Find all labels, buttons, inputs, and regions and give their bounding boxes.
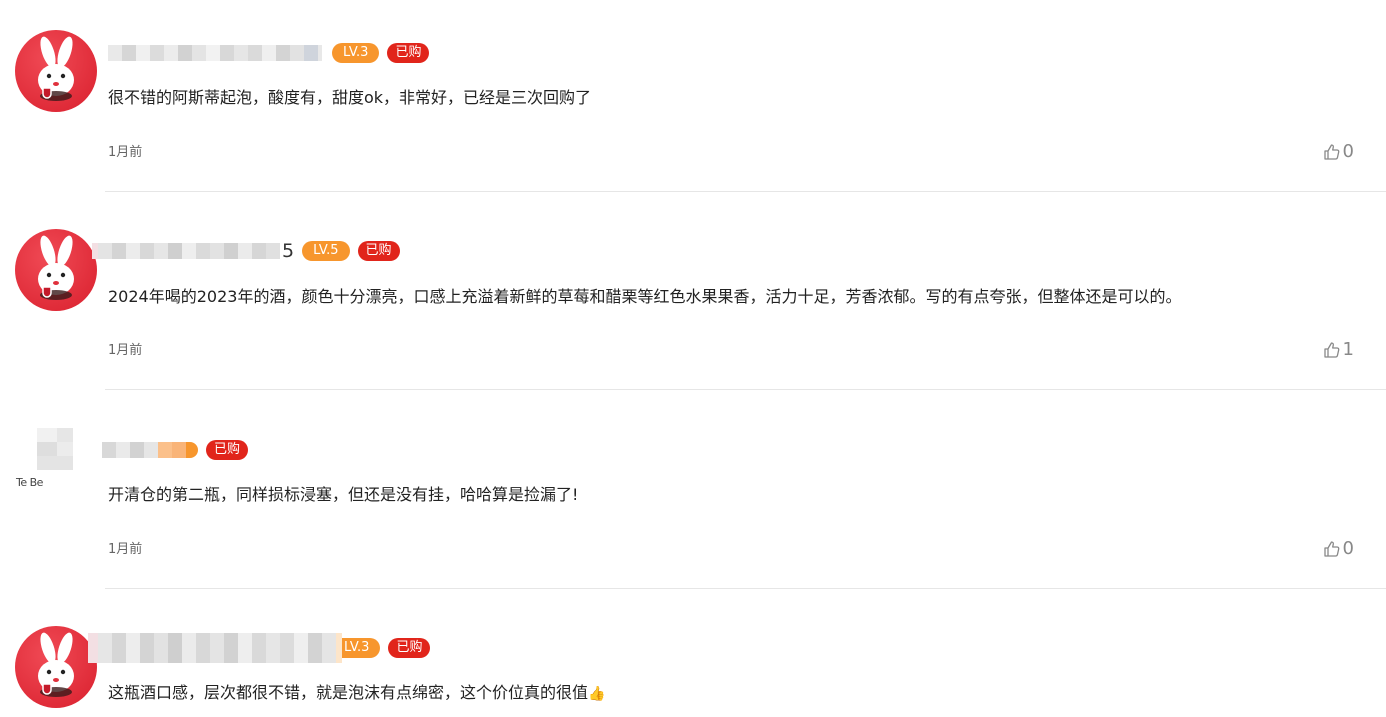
thumbs-up-emoji-icon: 👍 [588,686,606,702]
user-name-row: LV.3 已购 [88,633,431,663]
comment-item: LV.3 已购 这瓶酒口感，层次都很不错，就是泡沫有点绵密，这个价位真的很值👍 [0,0,1386,717]
bunny-avatar-icon[interactable] [15,626,97,708]
blurred-user-name [88,633,342,663]
level-badge: LV.3 [342,638,381,658]
purchased-badge: 已购 [388,638,431,658]
comment-text: 这瓶酒口感，层次都很不错，就是泡沫有点绵密，这个价位真的很值👍 [108,679,605,703]
comment-text-body: 这瓶酒口感，层次都很不错，就是泡沫有点绵密，这个价位真的很值 [108,683,589,702]
